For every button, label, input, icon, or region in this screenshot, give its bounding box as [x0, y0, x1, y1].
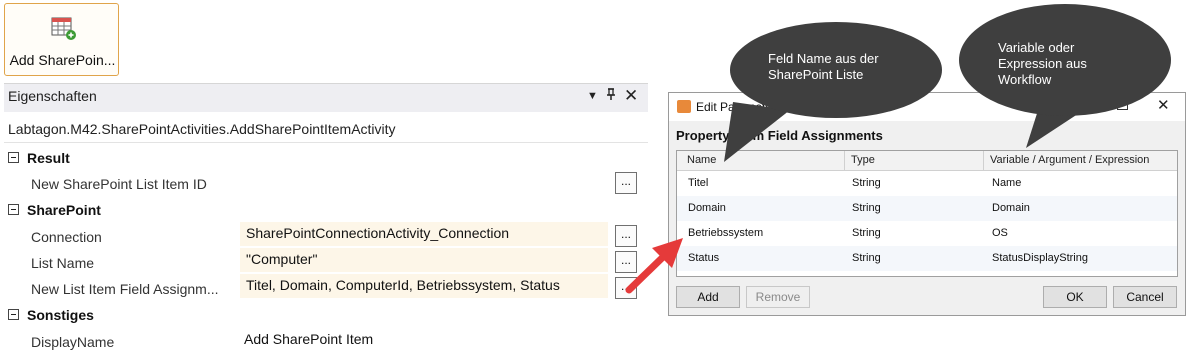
- callout-left: [724, 22, 942, 162]
- red-arrow: [625, 238, 683, 294]
- callout-left-text: Feld Name aus der SharePoint Liste: [768, 51, 879, 82]
- callout-right-text: Variable oder Expression aus Workflow: [998, 40, 1087, 87]
